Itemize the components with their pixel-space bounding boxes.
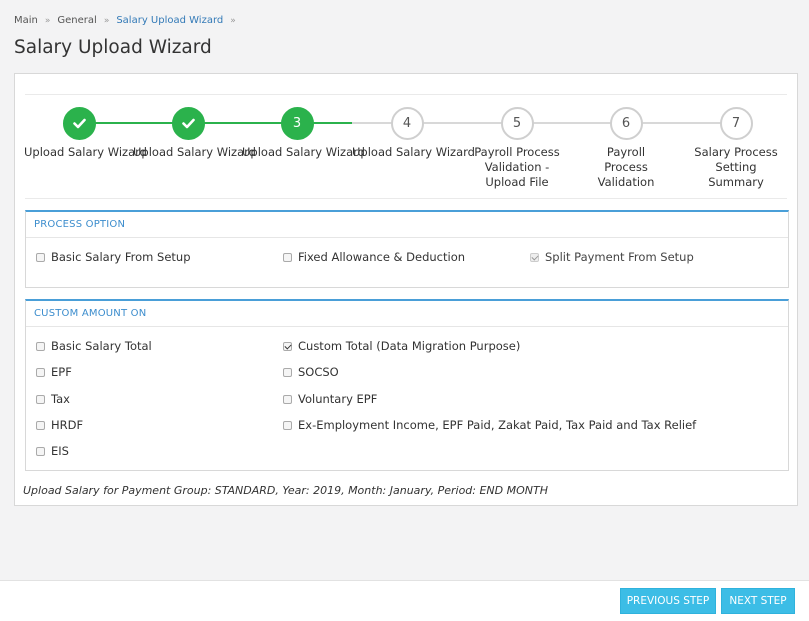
checkbox-label: HRDF: [51, 418, 84, 432]
breadcrumb-separator-icon: »: [230, 15, 236, 26]
checkbox-icon[interactable]: [36, 252, 45, 262]
checkbox-icon[interactable]: [283, 367, 292, 377]
breadcrumb-current[interactable]: Salary Upload Wizard: [116, 15, 223, 26]
checkbox-label: Split Payment From Setup: [545, 250, 694, 264]
checkbox-icon[interactable]: [283, 420, 292, 430]
wizard-step-label: Upload Salary Wizard: [133, 145, 256, 159]
step-number: 3: [280, 107, 314, 140]
wizard-step-label: Upload Salary Wizard: [242, 145, 365, 159]
breadcrumb-separator-icon: »: [44, 15, 51, 26]
checkbox-label: EIS: [51, 444, 69, 458]
split-payment-from-setup-checkbox: Split Payment From Setup: [530, 250, 694, 264]
wizard-step-3[interactable]: 3 Upload Salary Wizard: [242, 107, 365, 160]
wizard-step-1[interactable]: Upload Salary Wizard: [24, 107, 147, 160]
checkbox-icon[interactable]: [36, 394, 45, 404]
wizard-step-label: Salary Process Setting Summary: [694, 145, 778, 189]
basic-salary-total-checkbox[interactable]: Basic Salary Total: [36, 339, 152, 353]
fixed-allowance-deduction-checkbox[interactable]: Fixed Allowance & Deduction: [283, 250, 465, 264]
wizard-step-6[interactable]: 6 Payroll Process Validation: [571, 107, 681, 190]
checkbox-checked-icon: [530, 252, 539, 262]
checkbox-icon[interactable]: [36, 420, 45, 430]
wizard-step-label: Upload Salary Wizard: [24, 145, 147, 159]
checkbox-icon[interactable]: [283, 252, 292, 262]
check-icon: [62, 107, 96, 140]
wizard-step-2[interactable]: Upload Salary Wizard: [133, 107, 256, 160]
tax-checkbox[interactable]: Tax: [36, 392, 70, 406]
breadcrumb-main[interactable]: Main: [14, 15, 38, 26]
epf-checkbox[interactable]: EPF: [36, 365, 72, 379]
wizard-step-label: Payroll Process Validation: [597, 145, 655, 189]
checkbox-label: Basic Salary From Setup: [51, 250, 191, 264]
wizard-panel: Upload Salary Wizard Upload Salary Wizar…: [14, 73, 798, 506]
process-option-section: PROCESS OPTION Basic Salary From Setup F…: [25, 210, 789, 288]
wizard-step-5[interactable]: 5 Payroll Process Validation - Upload Fi…: [462, 107, 572, 190]
checkbox-label: Tax: [51, 392, 70, 406]
step-number: 7: [719, 107, 753, 140]
checkbox-icon[interactable]: [36, 446, 45, 456]
wizard-step-label: Upload Salary Wizard: [352, 145, 475, 159]
checkbox-icon[interactable]: [36, 367, 45, 377]
custom-amount-section: CUSTOM AMOUNT ON Basic Salary Total Cust…: [25, 299, 789, 471]
wizard-step-7[interactable]: 7 Salary Process Setting Summary: [681, 107, 791, 190]
eis-checkbox[interactable]: EIS: [36, 444, 69, 458]
checkbox-icon[interactable]: [283, 394, 292, 404]
breadcrumb-general[interactable]: General: [57, 15, 96, 26]
voluntary-epf-checkbox[interactable]: Voluntary EPF: [283, 392, 377, 406]
upload-summary-text: Upload Salary for Payment Group: STANDAR…: [23, 484, 548, 497]
checkbox-label: Voluntary EPF: [298, 392, 378, 406]
breadcrumb-separator-icon: »: [103, 15, 110, 26]
divider: [25, 198, 787, 199]
ex-employment-income-checkbox[interactable]: Ex-Employment Income, EPF Paid, Zakat Pa…: [283, 418, 696, 432]
basic-salary-from-setup-checkbox[interactable]: Basic Salary From Setup: [36, 250, 191, 264]
step-number: 5: [500, 107, 534, 140]
checkbox-label: EPF: [51, 365, 72, 379]
checkbox-label: Basic Salary Total: [51, 339, 152, 353]
checkbox-icon[interactable]: [36, 341, 45, 351]
checkbox-label: SOCSO: [298, 365, 339, 379]
step-number: 6: [609, 107, 643, 140]
divider: [25, 94, 787, 95]
wizard-step-label: Payroll Process Validation - Upload File: [474, 145, 560, 189]
socso-checkbox[interactable]: SOCSO: [283, 365, 339, 379]
hrdf-checkbox[interactable]: HRDF: [36, 418, 83, 432]
check-icon: [171, 107, 205, 140]
custom-total-checkbox[interactable]: Custom Total (Data Migration Purpose): [283, 339, 520, 353]
section-title: CUSTOM AMOUNT ON: [26, 301, 788, 327]
breadcrumb: Main » General » Salary Upload Wizard »: [14, 15, 243, 26]
page-title: Salary Upload Wizard: [14, 37, 212, 58]
checkbox-checked-icon[interactable]: [283, 341, 292, 351]
step-number: 4: [390, 107, 424, 140]
checkbox-label: Fixed Allowance & Deduction: [298, 250, 466, 264]
next-step-button[interactable]: NEXT STEP: [721, 588, 795, 614]
checkbox-label: Ex-Employment Income, EPF Paid, Zakat Pa…: [298, 418, 697, 432]
section-title: PROCESS OPTION: [26, 212, 788, 238]
wizard-footer: PREVIOUS STEP NEXT STEP: [0, 580, 809, 621]
checkbox-label: Custom Total (Data Migration Purpose): [298, 339, 521, 353]
wizard-step-4[interactable]: 4 Upload Salary Wizard: [352, 107, 475, 160]
previous-step-button[interactable]: PREVIOUS STEP: [620, 588, 716, 614]
